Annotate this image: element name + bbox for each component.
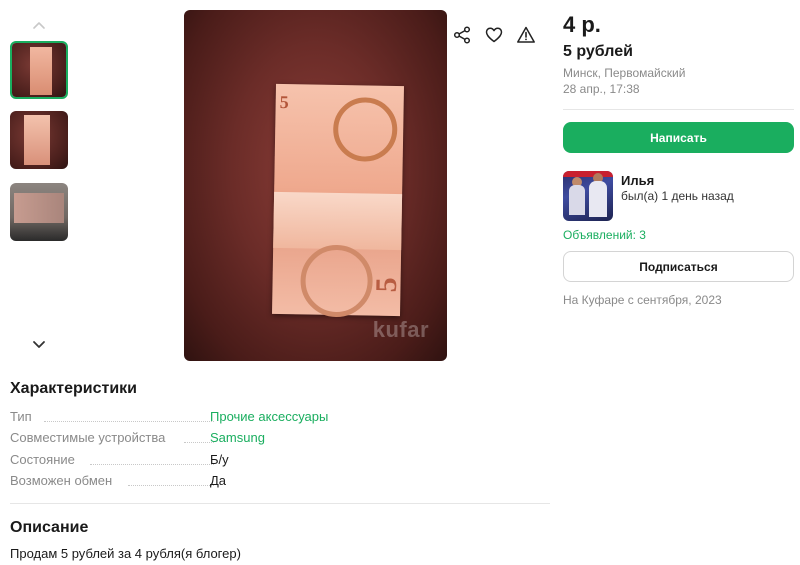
- subscribe-button[interactable]: Подписаться: [563, 251, 794, 282]
- characteristic-row: Совместимые устройства Samsung: [10, 430, 550, 446]
- seller-avatar[interactable]: [563, 171, 613, 221]
- description-text: Продам 5 рублей за 4 рубля(я блогер): [10, 546, 241, 561]
- divider: [10, 503, 550, 504]
- seller-name[interactable]: Илья: [621, 173, 654, 188]
- chevron-down-icon: [33, 341, 45, 348]
- kufar-watermark: kufar: [372, 317, 429, 342]
- characteristic-key: Возможен обмен: [10, 473, 113, 488]
- characteristic-key: Состояние: [10, 452, 75, 467]
- thumbnail-2[interactable]: [10, 111, 68, 169]
- characteristic-value[interactable]: Samsung: [210, 430, 265, 445]
- listing-actions: [447, 20, 541, 50]
- description-heading: Описание: [10, 519, 89, 536]
- report-button[interactable]: [511, 20, 541, 50]
- characteristic-row: Состояние Б/у: [10, 452, 550, 468]
- characteristic-row: Тип Прочие аксессуары: [10, 409, 550, 425]
- banknote-image: 5 5: [272, 83, 404, 318]
- characteristic-value: Б/у: [210, 452, 229, 467]
- gallery-up-arrow[interactable]: [8, 12, 70, 38]
- warning-icon: [517, 26, 535, 43]
- leader-dots: [44, 421, 214, 422]
- listing-title: 5 рублей: [563, 43, 633, 60]
- seller-last-seen: был(а) 1 день назад: [621, 189, 734, 203]
- share-button[interactable]: [447, 20, 477, 50]
- characteristic-key: Тип: [10, 409, 32, 424]
- characteristic-key: Совместимые устройства: [10, 430, 166, 445]
- characteristics-heading: Характеристики: [10, 380, 138, 397]
- characteristic-value: Да: [210, 473, 227, 488]
- divider: [563, 109, 794, 110]
- seller-ads-link[interactable]: Объявлений: 3: [563, 228, 646, 242]
- characteristic-value[interactable]: Прочие аксессуары: [210, 409, 328, 424]
- thumbnail-3[interactable]: [10, 183, 68, 241]
- main-photo[interactable]: 5 5 kufar: [184, 10, 447, 361]
- seller-since: На Куфаре с сентября, 2023: [563, 293, 722, 307]
- heart-icon: [485, 27, 503, 43]
- gallery-down-arrow[interactable]: [8, 332, 70, 358]
- write-message-button[interactable]: Написать: [563, 122, 794, 153]
- listing-location: Минск, Первомайский: [563, 66, 686, 80]
- share-icon: [453, 26, 471, 44]
- leader-dots: [90, 464, 214, 465]
- listing-price: 4 р.: [563, 12, 601, 37]
- thumbnail-1[interactable]: [10, 41, 68, 99]
- favorite-button[interactable]: [479, 20, 509, 50]
- characteristic-row: Возможен обмен Да: [10, 473, 550, 489]
- listing-date: 28 апр., 17:38: [563, 82, 640, 96]
- leader-dots: [128, 485, 214, 486]
- chevron-up-icon: [33, 22, 45, 29]
